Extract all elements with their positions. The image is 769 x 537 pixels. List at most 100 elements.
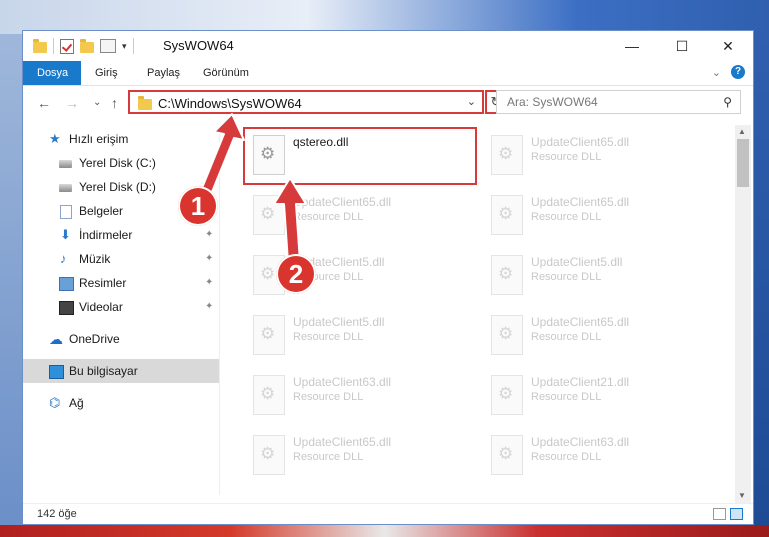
up-button[interactable]: ↑: [111, 95, 118, 111]
address-bar[interactable]: C:\Windows\SysWOW64 ⌄: [128, 90, 484, 114]
tab-giris[interactable]: Giriş: [85, 61, 128, 85]
gear-icon: ⚙: [260, 204, 276, 223]
videos-icon: [59, 301, 74, 315]
file-name: UpdateClient63.dll: [293, 375, 392, 389]
back-button[interactable]: ←: [37, 95, 51, 111]
sidebar-item-quick-access[interactable]: ★ Hızlı erişim: [23, 127, 219, 151]
ribbon-controls: ⌄ ?: [712, 65, 745, 79]
address-path[interactable]: C:\Windows\SysWOW64: [158, 96, 302, 111]
tab-gorunum[interactable]: Görünüm: [193, 61, 259, 85]
gear-icon: ⚙: [498, 264, 514, 283]
tab-dosya[interactable]: Dosya: [23, 61, 81, 85]
documents-icon: [60, 205, 72, 219]
file-type: Resource DLL: [531, 211, 602, 223]
help-icon[interactable]: ?: [731, 65, 745, 79]
gear-icon: ⚙: [498, 144, 514, 163]
pin-icon[interactable]: ✦: [205, 271, 213, 295]
maximize-button[interactable]: ☐: [659, 31, 705, 61]
folder-icon[interactable]: [33, 38, 47, 53]
file-item[interactable]: ⚙ UpdateClient21.dll Resource DLL: [483, 369, 713, 423]
sidebar-item-this-pc[interactable]: Bu bilgisayar: [23, 359, 219, 383]
quick-access-toolbar: ▾: [33, 38, 134, 54]
file-name: UpdateClient65.dll: [531, 315, 630, 329]
properties-check-icon[interactable]: [60, 38, 74, 54]
sidebar-item-pictures[interactable]: Resimler ✦: [23, 271, 219, 295]
this-pc-icon: [49, 365, 64, 379]
title-bar: ▾ SysWOW64 — ☐ ✕: [23, 31, 753, 61]
desktop-background-right: [754, 34, 769, 525]
sidebar-item-videos[interactable]: Videolar ✦: [23, 295, 219, 319]
file-name: UpdateClient65.dll: [531, 135, 630, 149]
gear-icon: ⚙: [498, 384, 514, 403]
new-folder-icon[interactable]: [80, 38, 94, 53]
sidebar-item-onedrive[interactable]: ☁ OneDrive: [23, 327, 219, 351]
file-name: UpdateClient5.dll: [293, 315, 385, 329]
drive-icon: [59, 184, 72, 192]
sidebar-item-label: OneDrive: [69, 332, 120, 346]
vertical-scrollbar[interactable]: ▲ ▼: [735, 125, 751, 503]
toolbar-separator: [53, 38, 54, 54]
qat-dropdown-icon[interactable]: ▾: [122, 41, 127, 52]
search-icon[interactable]: ⚲: [723, 95, 732, 109]
file-item[interactable]: ⚙ UpdateClient65.dll Resource DLL: [483, 129, 713, 183]
pin-icon[interactable]: ✦: [205, 247, 213, 271]
sidebar-item-music[interactable]: ♪ Müzik ✦: [23, 247, 219, 271]
item-count: 142 öğe: [37, 508, 77, 520]
pin-icon[interactable]: ✦: [205, 223, 213, 247]
sidebar-item-label: Müzik: [79, 252, 111, 266]
file-name: UpdateClient65.dll: [293, 435, 392, 449]
window-title: SysWOW64: [163, 38, 234, 53]
details-view-icon[interactable]: [713, 508, 726, 520]
collapse-ribbon-icon[interactable]: ⌄: [712, 66, 721, 79]
sidebar-item-downloads[interactable]: ⬇ İndirmeler ✦: [23, 223, 219, 247]
scrollbar-thumb[interactable]: [737, 139, 749, 187]
sidebar-item-label: Hızlı erişim: [69, 132, 129, 146]
recent-locations-icon[interactable]: ⌄: [93, 97, 101, 108]
file-item[interactable]: ⚙ UpdateClient5.dll Resource DLL: [483, 249, 713, 303]
file-name: UpdateClient63.dll: [531, 435, 630, 449]
sidebar-item-local-disk-c[interactable]: Yerel Disk (C:): [23, 151, 219, 175]
gear-icon: ⚙: [498, 444, 514, 463]
minimize-button[interactable]: —: [609, 31, 655, 61]
file-item[interactable]: ⚙ UpdateClient5.dll Resource DLL: [245, 309, 475, 363]
ribbon-tabs: Dosya Giriş Paylaş Görünüm ⌄ ?: [23, 61, 753, 86]
sidebar-item-network[interactable]: ⌬ Ağ: [23, 391, 219, 415]
file-name: UpdateClient5.dll: [531, 255, 623, 269]
drive-icon: [59, 160, 72, 168]
star-icon: ★: [49, 131, 61, 146]
desktop-background-bottom: [0, 525, 769, 537]
file-type: Resource DLL: [293, 391, 364, 403]
file-item[interactable]: ⚙ UpdateClient65.dll Resource DLL: [245, 189, 475, 243]
close-button[interactable]: ✕: [705, 31, 751, 61]
file-item[interactable]: ⚙ UpdateClient65.dll Resource DLL: [483, 189, 713, 243]
file-type: Resource DLL: [293, 451, 364, 463]
toolbar-separator: [132, 38, 134, 54]
gear-icon: ⚙: [260, 144, 276, 163]
search-input[interactable]: [505, 94, 714, 110]
gear-icon: ⚙: [260, 384, 276, 403]
forward-button[interactable]: →: [65, 95, 79, 111]
file-item[interactable]: ⚙ UpdateClient63.dll Resource DLL: [245, 369, 475, 423]
search-box[interactable]: ⚲: [496, 90, 741, 114]
sidebar-item-label: Belgeler: [79, 204, 124, 218]
file-item[interactable]: ⚙ UpdateClient65.dll Resource DLL: [245, 429, 475, 483]
sidebar-item-label: Resimler: [79, 276, 127, 290]
address-dropdown-icon[interactable]: ⌄: [467, 95, 476, 108]
tab-paylas[interactable]: Paylaş: [137, 61, 190, 85]
file-item[interactable]: ⚙ UpdateClient63.dll Resource DLL: [483, 429, 713, 483]
scroll-up-icon[interactable]: ▲: [738, 127, 746, 136]
annotation-badge-2: 2: [276, 254, 316, 294]
gear-icon: ⚙: [498, 204, 514, 223]
pin-icon[interactable]: ✦: [205, 295, 213, 319]
file-item-qstereo[interactable]: ⚙ qstereo.dll: [243, 127, 477, 185]
tiles-view-icon[interactable]: [730, 508, 743, 520]
pictures-icon: [59, 277, 74, 291]
file-item[interactable]: ⚙ UpdateClient65.dll Resource DLL: [483, 309, 713, 363]
customize-icon[interactable]: [100, 39, 116, 53]
scroll-down-icon[interactable]: ▼: [738, 491, 746, 500]
sidebar-item-label: Yerel Disk (C:): [79, 156, 156, 170]
annotation-badge-1: 1: [178, 186, 218, 226]
desktop-background-left: [0, 34, 22, 525]
file-name: UpdateClient65.dll: [531, 195, 630, 209]
file-type: Resource DLL: [293, 331, 364, 343]
